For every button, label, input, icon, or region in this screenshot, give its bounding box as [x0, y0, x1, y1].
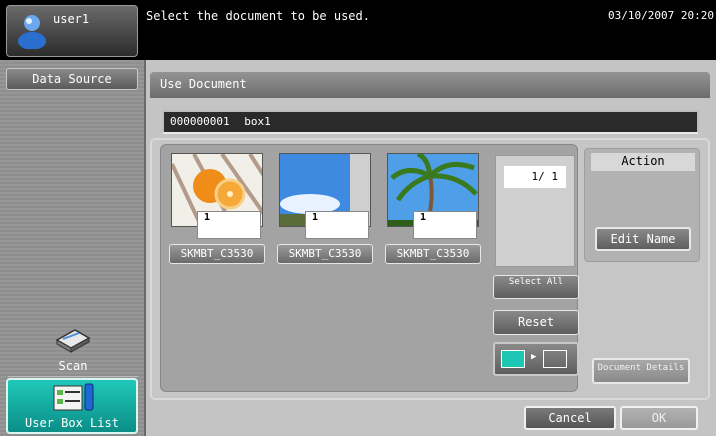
edit-name-button[interactable]: Edit Name — [595, 227, 691, 251]
page-indicator: 1/ 1 — [504, 166, 566, 188]
user-icon — [18, 15, 46, 49]
date-time: 03/10/2007 20:20 — [608, 9, 714, 22]
action-panel: Action Edit Name — [584, 148, 700, 262]
main-area: Use Document 000000001 box1 1 SKMBT_C353… — [146, 60, 716, 436]
box-number: 000000001 — [170, 115, 230, 128]
document-thumbnail[interactable]: 1 SKMBT_C3530 — [385, 153, 481, 264]
user-box-list-icon — [53, 383, 94, 411]
thumbnail-view-icon — [501, 350, 525, 368]
instruction-message: Select the document to be used. — [146, 9, 370, 23]
select-all-button[interactable]: Select All — [493, 275, 579, 299]
user-block: user1 — [6, 5, 138, 57]
user-box-list-tab[interactable]: User Box List — [6, 378, 138, 434]
select-all-label: Select All — [508, 277, 564, 287]
user-name: user1 — [53, 12, 90, 26]
header-bar: user1 Select the document to be used. 03… — [0, 0, 716, 60]
data-source-label: Data Source — [6, 68, 138, 90]
action-title: Action — [591, 153, 695, 171]
ok-button[interactable]: OK — [620, 406, 698, 430]
document-thumbnail[interactable]: 1 SKMBT_C3530 — [277, 153, 373, 264]
left-panel: Data Source Scan User Box List — [0, 60, 146, 436]
copies-count: 1 — [305, 211, 369, 239]
list-view-icon — [543, 350, 567, 368]
document-panel: 1 SKMBT_C3530 1 SKMBT_C3530 1 SKMBT_C353… — [150, 138, 710, 400]
box-info-bar: 000000001 box1 — [162, 110, 699, 134]
thumbnail-panel: 1 SKMBT_C3530 1 SKMBT_C3530 1 SKMBT_C353… — [160, 144, 579, 392]
reset-button[interactable]: Reset — [493, 310, 579, 335]
divider — [8, 376, 138, 377]
cancel-button[interactable]: Cancel — [524, 406, 616, 430]
arrow-right-icon: ▶ — [531, 352, 537, 362]
document-details-label: Document Details — [597, 363, 685, 373]
document-thumbnail[interactable]: 1 SKMBT_C3530 — [169, 153, 265, 264]
view-toggle-button[interactable]: ▶ — [493, 342, 579, 376]
scan-icon[interactable] — [53, 324, 93, 354]
document-name: SKMBT_C3530 — [169, 244, 265, 264]
copies-count: 1 — [197, 211, 261, 239]
document-name: SKMBT_C3530 — [385, 244, 481, 264]
user-box-list-label: User Box List — [25, 416, 119, 430]
document-details-button[interactable]: Document Details — [592, 358, 690, 384]
document-name: SKMBT_C3530 — [277, 244, 373, 264]
box-name: box1 — [244, 115, 271, 128]
page-indicator-box: 1/ 1 — [495, 155, 575, 267]
copies-count: 1 — [413, 211, 477, 239]
use-document-tab: Use Document — [150, 72, 710, 98]
scan-tab[interactable]: Scan — [0, 359, 146, 373]
